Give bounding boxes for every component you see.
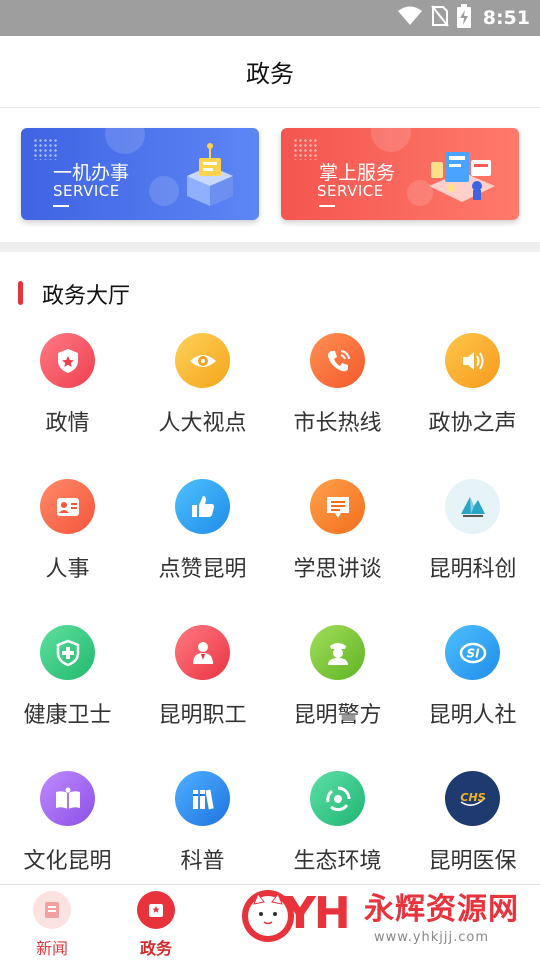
grid-item-kechuang[interactable]: 昆明科创	[405, 479, 540, 619]
grid-item-label: 昆明科创	[428, 557, 517, 582]
grid-item-label: 昆明职工	[158, 703, 247, 728]
wifi-icon	[397, 6, 423, 30]
battery-charging-icon	[456, 4, 471, 32]
grid-item-label: 生态环境	[293, 849, 382, 874]
phone-icon	[310, 333, 365, 388]
grid-item-zhengxie[interactable]: 政协之声	[405, 333, 540, 473]
svg-text:SI: SI	[466, 646, 480, 660]
tab-news[interactable]: 新闻	[0, 885, 104, 960]
grid-item-label: 科普	[180, 849, 225, 874]
decor-bubble	[149, 176, 179, 206]
grid-item-label: 昆明人社	[428, 703, 517, 728]
books-icon	[175, 771, 230, 826]
grid-item-renshe[interactable]: SI 昆明人社	[405, 625, 540, 765]
grid-item-jingfang[interactable]: 昆明警方	[270, 625, 405, 765]
decor-bubble	[371, 128, 411, 152]
government-building-icon	[187, 143, 233, 206]
grid-item-label: 人大视点	[158, 411, 247, 436]
status-bar: 8:51	[0, 0, 540, 36]
tab-label: 新闻	[35, 939, 68, 958]
tab-government[interactable]: 政务	[104, 885, 208, 960]
police-badge-icon	[40, 333, 95, 388]
grid-item-dianzan[interactable]: 点赞昆明	[135, 479, 270, 619]
mobile-services-icon	[429, 152, 495, 202]
status-time: 8:51	[482, 7, 530, 29]
kunming-science-logo-icon	[445, 479, 500, 534]
grid-item-label: 学思讲谈	[293, 557, 382, 582]
banner-subtitle: SERVICE	[317, 182, 384, 200]
worker-icon	[175, 625, 230, 680]
eco-cycle-icon	[310, 771, 365, 826]
decor-dots	[293, 138, 319, 160]
chat-bubble-icon	[310, 479, 365, 534]
grid-item-hotline[interactable]: 市长热线	[270, 333, 405, 473]
speaker-icon	[445, 333, 500, 388]
banner-dash	[53, 205, 69, 207]
grid-item-xuesi[interactable]: 学思讲谈	[270, 479, 405, 619]
eye-icon	[175, 333, 230, 388]
watermark-text: 永辉资源网	[364, 892, 519, 927]
decor-bubble	[105, 128, 145, 154]
service-banner-one-stop[interactable]: 一机办事 SERVICE	[21, 128, 259, 220]
grid-item-zhengqing[interactable]: 政情	[0, 333, 135, 473]
section-title: 政务大厅	[42, 284, 131, 309]
page-header: 政务	[0, 36, 540, 108]
banner-title: 掌上服务	[319, 162, 396, 184]
banner-title: 一机办事	[53, 162, 130, 184]
grid-item-label: 昆明警方	[293, 703, 382, 728]
grid-item-label: 昆明医保	[428, 849, 517, 874]
grid-item-label: 人事	[45, 557, 90, 582]
grid-item-label: 政协之声	[428, 411, 517, 436]
svg-text:CHS: CHS	[460, 791, 485, 804]
grid-item-zhigong[interactable]: 昆明职工	[135, 625, 270, 765]
banner-dash	[319, 205, 335, 207]
grid-item-label: 点赞昆明	[158, 557, 247, 582]
decor-dots	[33, 138, 59, 160]
chs-medical-insurance-icon: CHS	[445, 771, 500, 826]
section-divider	[0, 242, 540, 252]
no-sim-icon	[430, 5, 449, 31]
grid-item-jiankang[interactable]: 健康卫士	[0, 625, 135, 765]
person-card-icon	[40, 479, 95, 534]
grid-item-label: 市长热线	[293, 411, 382, 436]
watermark-logo: YH	[284, 888, 351, 939]
grid-item-label: 文化昆明	[23, 849, 112, 874]
social-insurance-icon: SI	[445, 625, 500, 680]
book-icon	[40, 771, 95, 826]
service-banner-mobile[interactable]: 掌上服务 SERVICE	[281, 128, 519, 220]
grid-item-label: 健康卫士	[23, 703, 112, 728]
police-officer-icon	[310, 625, 365, 680]
tab-label: 政务	[139, 939, 172, 958]
news-icon	[33, 891, 71, 929]
watermark: YH 永辉资源网 www.yhkjjj.com	[236, 880, 540, 960]
grid-item-renshi[interactable]: 人事	[0, 479, 135, 619]
thumbs-up-icon	[175, 479, 230, 534]
grid-item-label: 政情	[45, 411, 90, 436]
banner-subtitle: SERVICE	[53, 182, 120, 200]
shield-cross-icon	[40, 625, 95, 680]
section-accent-bar	[18, 281, 23, 305]
watermark-url: www.yhkjjj.com	[374, 930, 490, 945]
government-icon	[137, 891, 175, 929]
grid-item-renda[interactable]: 人大视点	[135, 333, 270, 473]
page-title: 政务	[246, 60, 294, 88]
